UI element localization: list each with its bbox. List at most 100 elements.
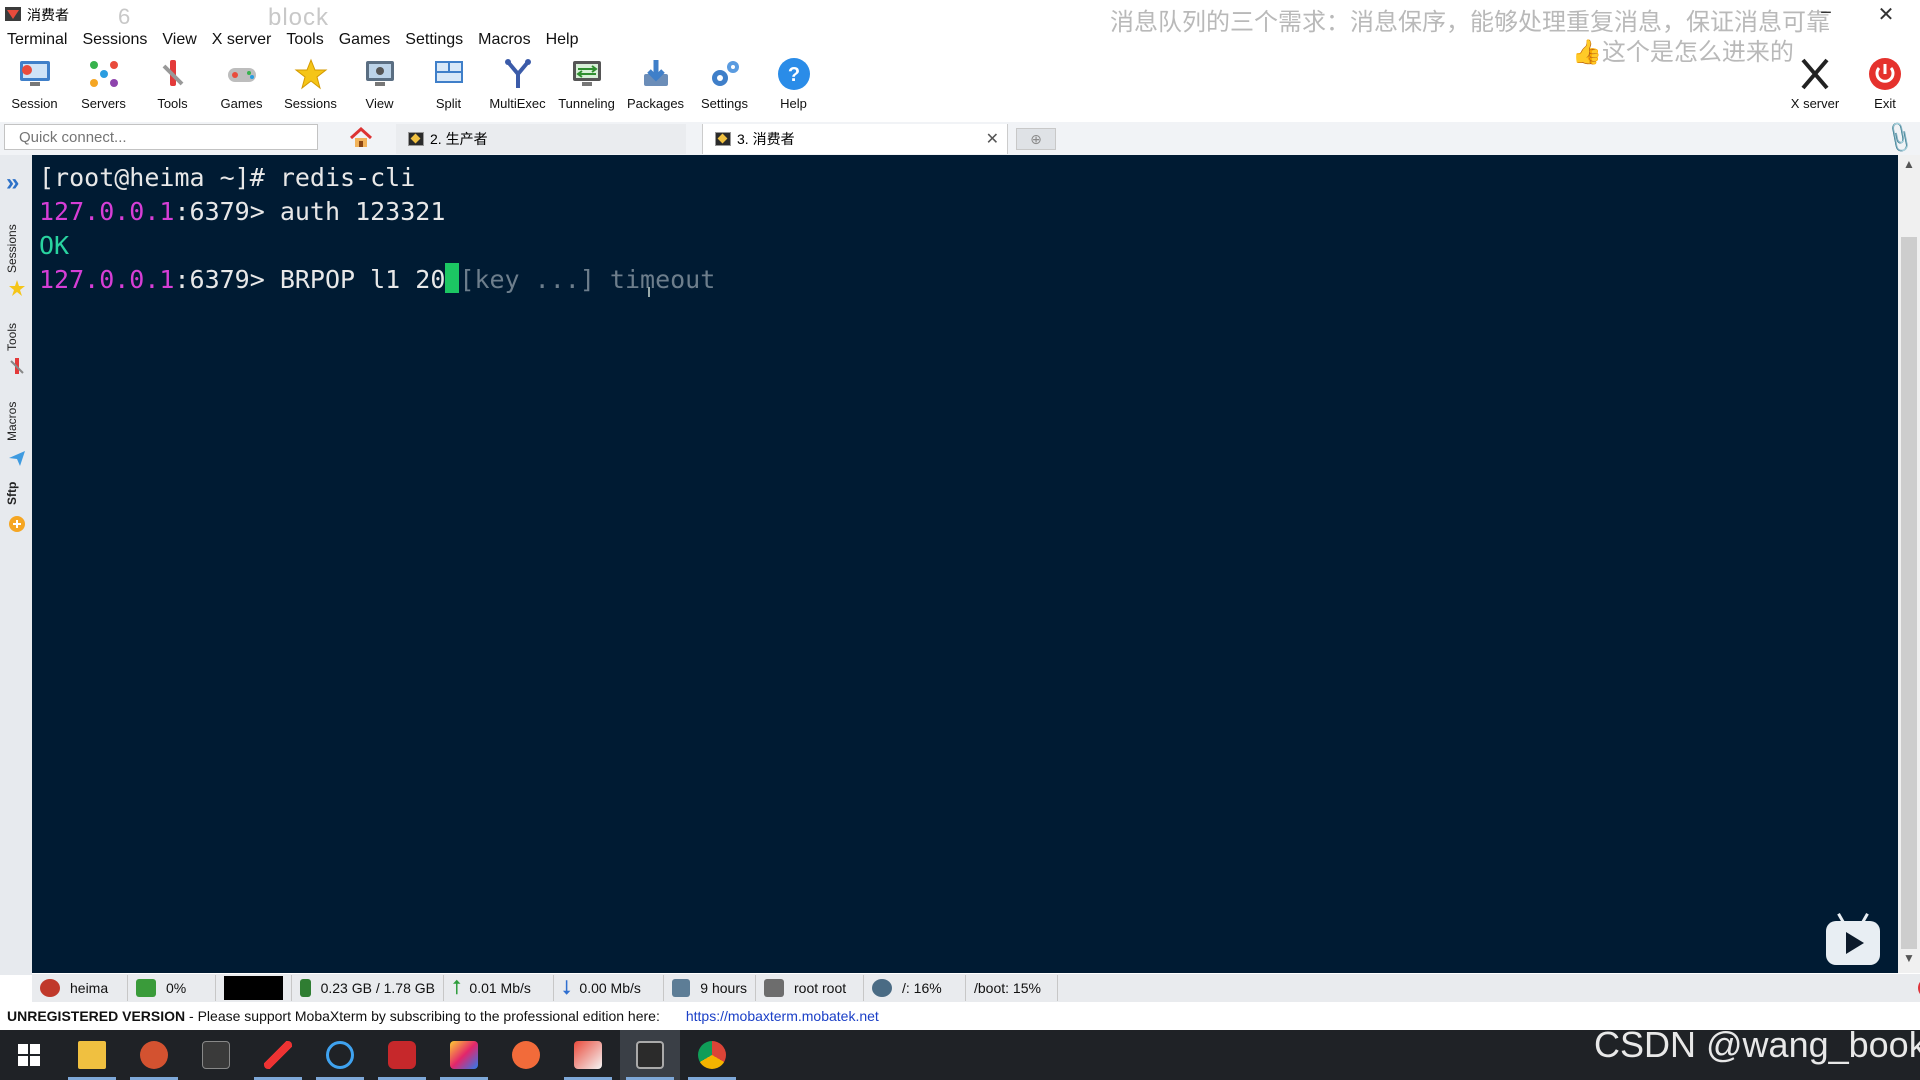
taskbar-intellij[interactable] [434,1030,494,1080]
games-button[interactable]: Games [207,56,276,116]
scrollbar-thumb[interactable] [1901,237,1917,949]
pen-icon [264,1041,292,1069]
help-icon: ? [776,56,812,92]
menu-macros[interactable]: Macros [471,29,538,53]
scroll-up-icon[interactable]: ▲ [1898,157,1920,177]
quick-connect-input[interactable] [4,124,318,150]
redis-desktop-icon [388,1041,416,1069]
minimize-button[interactable]: − [1808,2,1844,25]
expand-sidebar-icon[interactable]: » [6,169,19,197]
status-memory: 0.23 GB / 1.78 GB [292,975,444,1001]
tunneling-button[interactable]: Tunneling [552,56,621,116]
taskbar-redis-manager[interactable] [372,1030,432,1080]
x-server-icon [1797,56,1833,92]
servers-icon [86,56,122,92]
terminal-scrollbar[interactable]: ▲ ▼ [1898,155,1920,973]
status-disk-root: /: 16% [864,975,966,1001]
settings-button[interactable]: Settings [690,56,759,116]
cpu-icon [136,979,156,997]
redhat-icon [40,979,60,997]
windows-start-icon[interactable] [18,1044,40,1066]
mobaxterm-icon [636,1041,664,1069]
video-caption-line-2: 👍这个是怎么进来的 [1572,39,1794,66]
taskbar-file-explorer[interactable] [62,1030,122,1080]
multiexec-icon [500,56,536,92]
packages-icon [638,56,674,92]
user-icon [764,979,784,997]
tunneling-icon [569,56,605,92]
tab-row: 2. 生产者 3. 消费者 ✕ ⊕ 📎 [0,120,1920,156]
sessions-button[interactable]: Sessions [276,56,345,116]
close-tab-icon[interactable]: ✕ [986,129,999,149]
star-icon [293,56,329,92]
side-panel: » Sessions Tools Macros Sftp [0,155,32,975]
taskbar-postman[interactable] [496,1030,556,1080]
terminal-tab-icon [408,132,424,146]
terminal-line: [root@heima ~]# redis-cli [39,163,416,192]
split-button[interactable]: Split [414,56,483,116]
session-button[interactable]: Session [0,56,69,116]
taskbar-powerpoint[interactable] [124,1030,184,1080]
xserver-button[interactable]: X server [1780,56,1850,116]
games-icon [224,56,260,92]
menu-tools[interactable]: Tools [279,29,331,53]
close-window-button[interactable]: ✕ [1868,2,1904,27]
multiexec-button[interactable]: MultiExec [483,56,552,116]
mobatek-link[interactable]: https://mobaxterm.mobatek.net [686,1008,879,1024]
tools-button[interactable]: Tools [138,56,207,116]
power-icon [1867,56,1903,92]
terminal-line: 127.0.0.1:6379> auth 123321 [39,197,446,226]
menu-bar: Terminal Sessions View X server Tools Ga… [0,29,586,53]
side-tab-tools[interactable]: Tools [5,323,19,351]
scroll-down-icon[interactable]: ▼ [1898,951,1920,971]
side-tab-sessions[interactable]: Sessions [5,224,19,273]
help-button[interactable]: ? Help [759,56,828,116]
taskbar-terminal[interactable] [186,1030,246,1080]
settings-icon [707,56,743,92]
star-icon [9,280,25,296]
tab-consumer[interactable]: 3. 消费者 ✕ [702,124,1008,154]
cpu-graph [224,976,283,1000]
title-bar: 消费者 6 block 消息队列的三个需求：消息保序，能够处理重复消息，保证消息… [0,0,1920,66]
taskbar-mobaxterm[interactable] [620,1030,680,1080]
menu-games[interactable]: Games [332,29,399,53]
status-disk-boot: /boot: 15% [966,975,1058,1001]
menu-help[interactable]: Help [539,29,587,53]
taskbar-app-paint[interactable] [558,1030,618,1080]
menu-xserver[interactable]: X server [205,29,280,53]
packages-button[interactable]: Packages [621,56,690,116]
home-tab[interactable] [340,124,382,152]
menu-sessions[interactable]: Sessions [75,29,155,53]
view-button[interactable]: View [345,56,414,116]
menu-settings[interactable]: Settings [398,29,471,53]
tab-producer[interactable]: 2. 生产者 [396,124,686,154]
new-tab-button[interactable]: ⊕ [1016,128,1056,150]
status-cpu-graph [216,975,292,1001]
status-download: ⭣ 0.00 Mb/s [554,975,664,1001]
paperclip-icon[interactable]: 📎 [1881,120,1918,156]
menu-view[interactable]: View [155,29,204,53]
taskbar-app-circles[interactable] [310,1030,370,1080]
terminal-tab-icon [715,132,731,146]
svg-text:?: ? [787,64,799,86]
taskbar-chrome[interactable] [682,1030,742,1080]
app-circles-icon [326,1041,354,1069]
taskbar-pen-app[interactable] [248,1030,308,1080]
side-tab-macros[interactable]: Macros [5,402,19,441]
overlay-ghost-text: 6 [118,4,131,29]
disk-icon [872,979,892,997]
intellij-icon [450,1041,478,1069]
menu-terminal[interactable]: Terminal [0,29,75,53]
command-hint: [key ...] timeout [459,265,716,294]
terminal-line: 127.0.0.1:6379> BRPOP l1 20 [key ...] tim… [39,263,716,294]
unregistered-notice: UNREGISTERED VERSION - Please support Mo… [7,1008,879,1024]
download-arrow-icon: ⭣ [562,976,572,999]
side-tab-sftp[interactable]: Sftp [5,482,19,505]
video-play-icon[interactable] [1826,921,1880,965]
window-title: 消费者 [27,7,69,23]
servers-button[interactable]: Servers [69,56,138,116]
exit-button[interactable]: Exit [1850,56,1920,116]
terminal-area[interactable]: [root@heima ~]# redis-cli 127.0.0.1:6379… [32,155,1898,973]
status-bar: heima 0% 0.23 GB / 1.78 GB ⭡ 0.01 Mb/s ⭣… [32,974,1920,1002]
send-icon [9,451,25,466]
